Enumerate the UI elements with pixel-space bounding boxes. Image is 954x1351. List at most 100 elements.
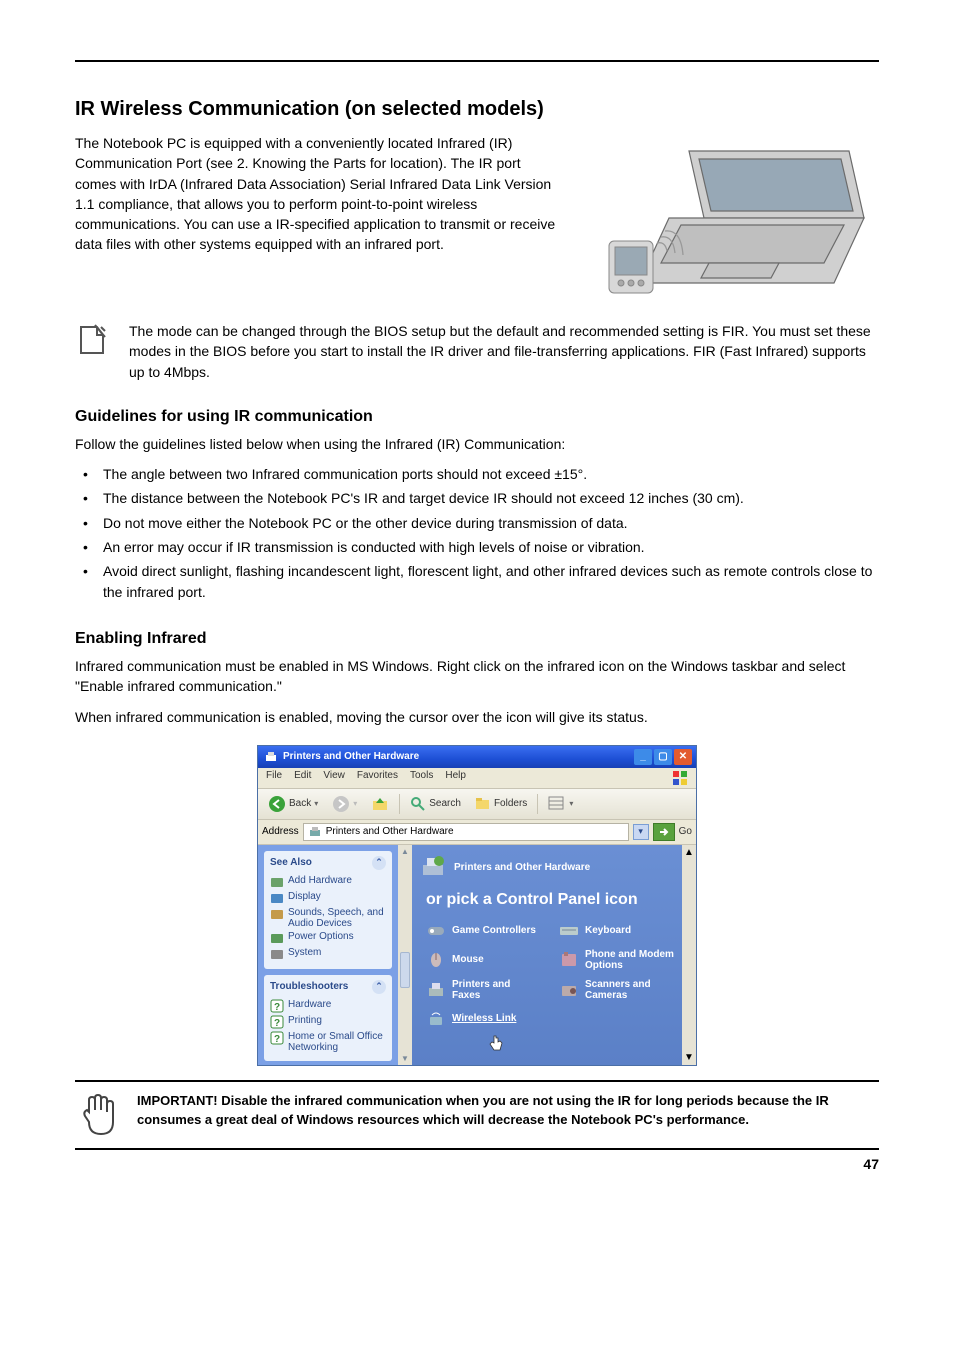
main-subhead: or pick a Control Panel icon — [426, 891, 674, 909]
go-button[interactable] — [653, 823, 675, 841]
address-value: Printers and Other Hardware — [326, 826, 454, 837]
back-drop-icon: ▾ — [314, 799, 318, 808]
window-body: See Also ⌃ Add HardwareDisplaySounds, Sp… — [258, 845, 696, 1065]
menu-view[interactable]: View — [323, 770, 345, 786]
menu-tools[interactable]: Tools — [410, 770, 433, 786]
enabling-subhead: Enabling Infrared — [75, 630, 879, 648]
intro-text: The Notebook PC is equipped with a conve… — [75, 133, 559, 255]
printer-icon — [264, 750, 278, 764]
address-dropdown[interactable]: ▾ — [633, 824, 649, 840]
troubleshooters-title: Troubleshooters — [270, 981, 348, 992]
address-bar: Address Printers and Other Hardware ▾ Go — [258, 820, 696, 845]
control-panel-item[interactable]: Game Controllers — [426, 921, 541, 941]
main-scroll-down-icon[interactable]: ▼ — [684, 1052, 694, 1063]
intro-body: The Notebook PC is equipped with a conve… — [75, 135, 555, 252]
see-also-item[interactable]: Sounds, Speech, and Audio Devices — [270, 906, 386, 930]
go-label: Go — [679, 826, 692, 837]
guideline-item: •Do not move either the Notebook PC or t… — [99, 511, 879, 535]
main-scroll-up-icon[interactable]: ▲ — [684, 847, 694, 858]
folders-button[interactable]: Folders — [471, 794, 531, 814]
see-also-item[interactable]: Power Options — [270, 930, 386, 946]
menubar: File Edit View Favorites Tools Help — [258, 768, 696, 789]
control-panel-item-icon — [426, 980, 446, 1000]
troubleshooter-item[interactable]: ? Hardware — [270, 998, 386, 1014]
control-panel-grid: Game Controllers Keyboard Mouse Phone and M… — [420, 921, 674, 1029]
window-titlebar[interactable]: Printers and Other Hardware _ ▢ ✕ — [258, 746, 696, 768]
troubleshooters-panel: Troubleshooters ⌃ ? Hardware ?Printing? Hom… — [264, 975, 392, 1061]
see-also-item[interactable]: Add Hardware — [270, 874, 386, 890]
views-icon — [548, 796, 566, 812]
collapse-icon[interactable]: ⌃ — [372, 856, 386, 870]
folders-label: Folders — [494, 798, 527, 809]
guideline-item-text: The angle between two Infrared communica… — [103, 466, 587, 482]
control-panel-item[interactable]: Keyboard — [559, 921, 674, 941]
help-icon: ? — [270, 1031, 284, 1045]
control-panel-item-label: Wireless Link — [452, 1013, 516, 1024]
address-field[interactable]: Printers and Other Hardware — [303, 823, 629, 841]
side-item-label: Add Hardware — [288, 875, 352, 886]
search-button[interactable]: Search — [406, 794, 465, 814]
svg-text:?: ? — [274, 1018, 280, 1029]
scroll-thumb[interactable] — [400, 952, 410, 988]
folder-up-icon — [371, 795, 389, 813]
side-scrollbar[interactable]: ▲ ▼ — [398, 845, 412, 1065]
side-pane: See Also ⌃ Add HardwareDisplaySounds, Sp… — [258, 845, 398, 1065]
folders-icon — [475, 796, 491, 812]
help-icon: ? — [270, 999, 284, 1013]
control-panel-item-label: Scanners and Cameras — [585, 979, 674, 1001]
forward-drop-icon: ▾ — [353, 799, 357, 808]
control-panel-item-icon — [426, 950, 446, 970]
control-panel-item-icon — [426, 1009, 446, 1029]
intro-row: The Notebook PC is equipped with a conve… — [75, 133, 879, 303]
main-scrollbar[interactable]: ▲ ▼ — [682, 845, 696, 1065]
guideline-item: •The distance between the Notebook PC's … — [99, 486, 879, 510]
forward-button[interactable]: ▾ — [328, 793, 361, 815]
forward-icon — [332, 795, 350, 813]
side-item-label: Power Options — [288, 931, 354, 942]
views-button[interactable]: ▾ — [544, 794, 577, 814]
toolbar: Back ▾ ▾ Search Folders ▾ — [258, 789, 696, 820]
control-panel-item[interactable]: Mouse — [426, 949, 541, 971]
troubleshooter-item-label: Home or Small Office Networking — [288, 1031, 386, 1053]
troubleshooter-item[interactable]: ? Home or Small Office Networking — [270, 1030, 386, 1054]
side-item-icon — [270, 891, 284, 905]
side-item-icon — [270, 947, 284, 961]
main-pane: Printers and Other Hardware or pick a Co… — [412, 845, 682, 1065]
enabling-body-2: When infrared communication is enabled, … — [75, 707, 879, 727]
guideline-item-text: Avoid direct sunlight, flashing incandes… — [103, 563, 872, 599]
menu-edit[interactable]: Edit — [294, 770, 311, 786]
menu-file[interactable]: File — [266, 770, 282, 786]
minimize-button[interactable]: _ — [634, 749, 652, 765]
control-panel-item[interactable]: Scanners and Cameras — [559, 979, 674, 1001]
troubleshooter-item-label: Hardware — [288, 999, 331, 1010]
page-number: 47 — [863, 1156, 879, 1172]
side-item-label: System — [288, 947, 321, 958]
search-icon — [410, 796, 426, 812]
see-also-item[interactable]: Display — [270, 890, 386, 906]
see-also-item[interactable]: System — [270, 946, 386, 962]
control-panel-item[interactable]: Wireless Link — [426, 1009, 541, 1029]
control-panel-item[interactable]: Phone and Modem Options — [559, 949, 674, 971]
help-icon: ? — [270, 1015, 284, 1029]
maximize-button[interactable]: ▢ — [654, 749, 672, 765]
hand-stop-icon — [75, 1092, 123, 1138]
close-button[interactable]: ✕ — [674, 749, 692, 765]
note-block: The mode can be changed through the BIOS… — [75, 321, 879, 382]
collapse-icon-2[interactable]: ⌃ — [372, 980, 386, 994]
bullet-icon: • — [83, 513, 88, 533]
toolbar-divider-2 — [537, 794, 538, 814]
scroll-down-icon[interactable]: ▼ — [401, 1054, 409, 1063]
up-button[interactable] — [367, 793, 393, 815]
scroll-up-icon[interactable]: ▲ — [401, 847, 409, 856]
window-title: Printers and Other Hardware — [283, 751, 419, 762]
toolbar-divider — [399, 794, 400, 814]
back-button[interactable]: Back ▾ — [264, 793, 322, 815]
guideline-item-text: An error may occur if IR transmission is… — [103, 539, 645, 555]
views-drop-icon: ▾ — [569, 799, 573, 808]
hand-cursor-icon — [488, 1034, 504, 1055]
bullet-icon: • — [83, 488, 88, 508]
troubleshooter-item[interactable]: ?Printing — [270, 1014, 386, 1030]
control-panel-item[interactable]: Printers and Faxes — [426, 979, 541, 1001]
menu-help[interactable]: Help — [445, 770, 466, 786]
menu-favorites[interactable]: Favorites — [357, 770, 398, 786]
